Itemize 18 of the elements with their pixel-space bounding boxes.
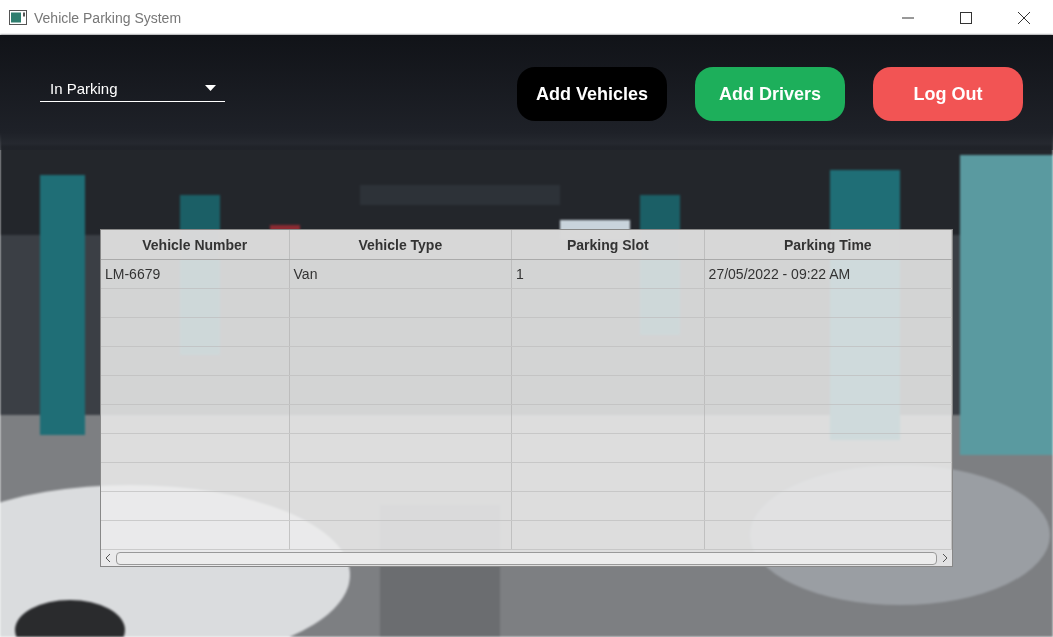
close-icon[interactable] [1018, 11, 1030, 24]
window-title: Vehicle Parking System [34, 9, 182, 26]
scroll-left-icon[interactable] [104, 553, 112, 563]
dropdown-arrow-icon [205, 85, 216, 91]
column-header[interactable]: Parking Time [704, 230, 952, 259]
maximize-icon[interactable] [960, 11, 972, 24]
table-cell: Van [289, 260, 513, 288]
app-icon [9, 10, 27, 25]
table-cell: LM-6679 [101, 260, 290, 288]
column-header[interactable]: Vehicle Type [289, 230, 513, 259]
column-header[interactable]: Vehicle Number [101, 230, 290, 259]
column-header[interactable]: Parking Slot [512, 230, 705, 259]
scrollbar-thumb[interactable] [116, 551, 937, 565]
table-cell: 27/05/2022 - 09:22 AM [704, 260, 952, 288]
filter-dropdown[interactable]: In Parking [40, 75, 225, 102]
scroll-right-icon[interactable] [941, 553, 949, 563]
action-button[interactable]: Add Vehicles [517, 67, 667, 121]
table-cell: 1 [512, 260, 705, 288]
